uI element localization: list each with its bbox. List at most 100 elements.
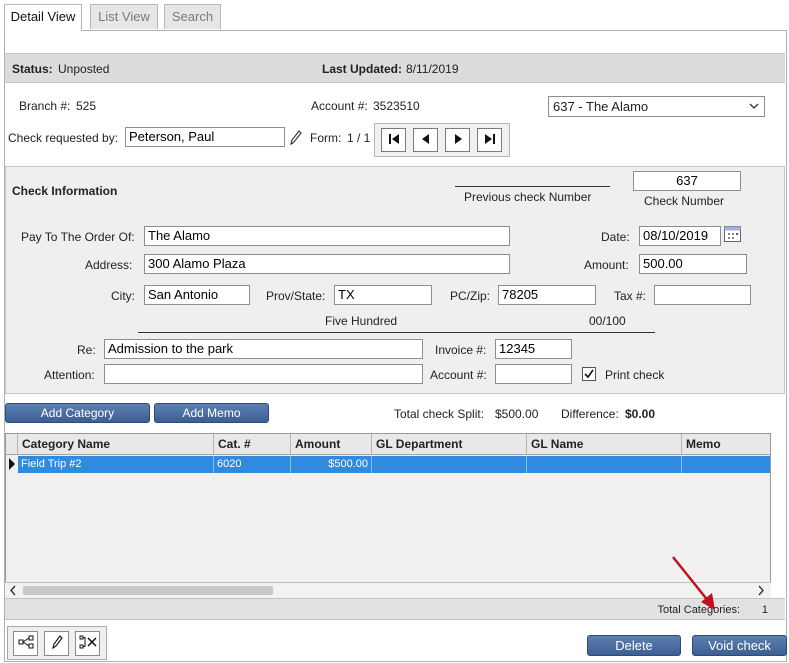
- account-value: 3523510: [373, 99, 420, 113]
- column-memo[interactable]: Memo: [682, 434, 770, 454]
- tab-list-view[interactable]: List View: [90, 4, 158, 29]
- invoice-label: Invoice #:: [435, 343, 487, 357]
- cell-gl-name: [527, 456, 682, 473]
- scroll-left-icon[interactable]: [9, 585, 17, 599]
- row-pointer-icon: [8, 457, 16, 474]
- last-updated-label: Last Updated:: [322, 62, 403, 76]
- last-record-button[interactable]: [477, 128, 502, 152]
- tax-field[interactable]: [654, 285, 751, 305]
- void-check-button[interactable]: Void check: [692, 635, 787, 656]
- branch-label: Branch #:: [19, 99, 71, 113]
- calendar-icon[interactable]: [723, 224, 743, 244]
- previous-record-icon: [420, 133, 432, 148]
- column-category-name[interactable]: Category Name: [18, 434, 214, 454]
- row-header-corner: [6, 434, 18, 454]
- column-cat-no[interactable]: Cat. #: [214, 434, 291, 454]
- address-field[interactable]: 300 Alamo Plaza: [144, 254, 510, 274]
- form-value: 1 / 1: [347, 131, 371, 145]
- account-label: Account #:: [311, 99, 368, 113]
- checkbox-icon: [582, 367, 596, 381]
- delete-button[interactable]: Delete: [587, 635, 681, 656]
- edit-split-button[interactable]: [44, 631, 69, 656]
- amount-words-line: [138, 332, 655, 333]
- tab-search[interactable]: Search: [164, 4, 221, 29]
- amount-cents: 00/100: [589, 314, 626, 328]
- cell-memo: [682, 456, 770, 473]
- add-memo-button[interactable]: Add Memo: [154, 403, 269, 423]
- previous-check-label: Previous check Number: [464, 190, 592, 204]
- amount-label: Amount:: [584, 258, 629, 272]
- column-gl-name[interactable]: GL Name: [527, 434, 682, 454]
- edit-icon: [50, 634, 64, 653]
- check-number-label: Check Number: [644, 194, 725, 208]
- city-label: City:: [111, 289, 135, 303]
- next-record-icon: [452, 133, 464, 148]
- horizontal-scrollbar[interactable]: [5, 582, 771, 598]
- cell-amount: $500.00: [291, 456, 372, 473]
- pay-to-field[interactable]: The Alamo: [144, 226, 510, 246]
- requested-by-field[interactable]: Peterson, Paul: [125, 127, 285, 147]
- check-number-field[interactable]: 637: [633, 171, 741, 191]
- total-categories-value: 1: [761, 604, 768, 616]
- remove-split-button[interactable]: [75, 631, 100, 656]
- city-field[interactable]: San Antonio: [144, 285, 250, 305]
- total-split-value: $500.00: [495, 407, 539, 421]
- column-amount[interactable]: Amount: [291, 434, 372, 454]
- check-information-title: Check Information: [12, 184, 118, 198]
- form-label: Form:: [310, 131, 342, 145]
- address-label: Address:: [85, 258, 133, 272]
- account-select[interactable]: 637 - The Alamo: [548, 96, 765, 117]
- table-row[interactable]: Field Trip #2 6020 $500.00: [18, 456, 770, 473]
- branch-value: 525: [76, 99, 97, 113]
- cell-category: Field Trip #2: [18, 456, 214, 473]
- remove-split-icon: [79, 635, 97, 652]
- grid-header: Category Name Cat. # Amount GL Departmen…: [6, 434, 770, 455]
- pay-to-label: Pay To The Order Of:: [21, 230, 135, 244]
- first-record-icon: [388, 133, 400, 148]
- print-check-checkbox[interactable]: [582, 367, 596, 381]
- zip-field[interactable]: 78205: [498, 285, 596, 305]
- account-select-value: 637 - The Alamo: [553, 99, 649, 114]
- date-field[interactable]: 08/10/2019: [639, 226, 721, 246]
- status-bar: Status: Unposted Last Updated: 8/11/2019: [5, 53, 785, 83]
- total-split-label: Total check Split:: [394, 407, 485, 421]
- record-navigator: [374, 123, 510, 157]
- split-button[interactable]: [13, 631, 38, 656]
- account2-label: Account #:: [430, 368, 487, 382]
- split-icon: [18, 635, 34, 652]
- amount-field[interactable]: 500.00: [639, 254, 747, 274]
- re-field[interactable]: Admission to the park: [104, 339, 423, 359]
- prov-state-label: Prov/State:: [266, 289, 326, 303]
- previous-record-button[interactable]: [413, 128, 438, 152]
- amount-in-words: Five Hundred: [325, 314, 398, 328]
- requested-by-label: Check requested by:: [8, 131, 119, 145]
- account2-field[interactable]: [495, 364, 572, 384]
- scroll-right-icon[interactable]: [757, 585, 765, 599]
- chevron-down-icon: [749, 97, 759, 123]
- zip-label: PC/Zip:: [450, 289, 491, 303]
- cell-gl-department: [372, 456, 527, 473]
- prov-state-field[interactable]: TX: [334, 285, 432, 305]
- date-label: Date:: [601, 230, 630, 244]
- annotation-arrow-icon: [672, 556, 715, 610]
- next-record-button[interactable]: [445, 128, 470, 152]
- attention-label: Attention:: [44, 368, 95, 382]
- tax-label: Tax #:: [614, 289, 647, 303]
- column-gl-department[interactable]: GL Department: [372, 434, 527, 454]
- cell-cat-no: 6020: [214, 456, 291, 473]
- first-record-button[interactable]: [381, 128, 406, 152]
- difference-value: $0.00: [625, 407, 656, 421]
- previous-check-line: [455, 186, 610, 187]
- last-record-icon: [484, 133, 496, 148]
- scroll-thumb[interactable]: [23, 586, 273, 595]
- split-tools: [7, 626, 107, 660]
- pencil-icon[interactable]: [288, 127, 302, 147]
- re-label: Re:: [77, 343, 96, 357]
- tab-detail-view[interactable]: Detail View: [4, 4, 82, 31]
- difference-label: Difference:: [561, 407, 619, 421]
- print-check-label: Print check: [605, 368, 665, 382]
- add-category-button[interactable]: Add Category: [5, 403, 150, 423]
- attention-field[interactable]: [104, 364, 423, 384]
- invoice-field[interactable]: 12345: [495, 339, 572, 359]
- status-label: Status:: [12, 62, 53, 76]
